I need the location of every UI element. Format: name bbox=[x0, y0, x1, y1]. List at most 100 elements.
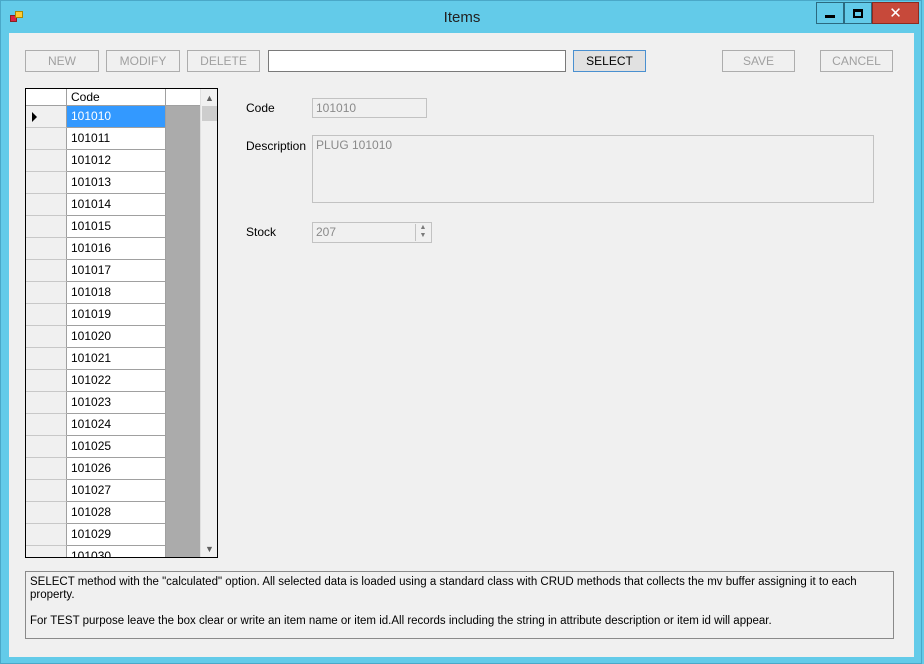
current-row-icon bbox=[32, 112, 37, 122]
minimize-button[interactable] bbox=[816, 2, 844, 24]
scroll-up-icon[interactable]: ▲ bbox=[201, 89, 217, 106]
table-row[interactable]: 101011 bbox=[26, 128, 200, 150]
maximize-icon bbox=[853, 8, 863, 18]
code-cell[interactable]: 101013 bbox=[67, 172, 166, 194]
code-cell[interactable]: 101023 bbox=[67, 392, 166, 414]
minimize-icon bbox=[825, 14, 835, 18]
table-row[interactable]: 101010 bbox=[26, 106, 200, 128]
new-button[interactable]: NEW bbox=[25, 50, 99, 72]
table-row[interactable]: 101025 bbox=[26, 436, 200, 458]
row-header[interactable] bbox=[26, 436, 67, 458]
row-header[interactable] bbox=[26, 326, 67, 348]
table-row[interactable]: 101014 bbox=[26, 194, 200, 216]
code-cell[interactable]: 101017 bbox=[67, 260, 166, 282]
row-header[interactable] bbox=[26, 458, 67, 480]
code-cell[interactable]: 101010 bbox=[67, 106, 166, 128]
code-cell[interactable]: 101016 bbox=[67, 238, 166, 260]
title-bar[interactable]: Items ✕ bbox=[1, 1, 923, 33]
items-window: Items ✕ NEW MODIFY DELETE SELECT SAVE CA… bbox=[0, 0, 922, 664]
code-cell[interactable]: 101021 bbox=[67, 348, 166, 370]
row-header[interactable] bbox=[26, 194, 67, 216]
code-cell[interactable]: 101020 bbox=[67, 326, 166, 348]
code-cell[interactable]: 101030 bbox=[67, 546, 166, 557]
table-row[interactable]: 101017 bbox=[26, 260, 200, 282]
row-header[interactable] bbox=[26, 480, 67, 502]
table-row[interactable]: 101018 bbox=[26, 282, 200, 304]
row-header[interactable] bbox=[26, 172, 67, 194]
table-row[interactable]: 101012 bbox=[26, 150, 200, 172]
code-cell[interactable]: 101026 bbox=[67, 458, 166, 480]
code-cell[interactable]: 101022 bbox=[67, 370, 166, 392]
table-row[interactable]: 101020 bbox=[26, 326, 200, 348]
scroll-thumb[interactable] bbox=[202, 106, 217, 121]
scroll-down-icon[interactable]: ▼ bbox=[201, 540, 217, 557]
row-header[interactable] bbox=[26, 414, 67, 436]
info-line-select: SELECT method with the "calculated" opti… bbox=[30, 576, 857, 601]
row-header[interactable] bbox=[26, 216, 67, 238]
row-header[interactable] bbox=[26, 348, 67, 370]
code-cell[interactable]: 101025 bbox=[67, 436, 166, 458]
code-cell[interactable]: 101028 bbox=[67, 502, 166, 524]
column-header-code[interactable]: Code bbox=[67, 89, 166, 105]
form-client-area: NEW MODIFY DELETE SELECT SAVE CANCEL Cod… bbox=[9, 33, 914, 657]
select-button[interactable]: SELECT bbox=[573, 50, 646, 72]
table-row[interactable]: 101028 bbox=[26, 502, 200, 524]
close-button[interactable]: ✕ bbox=[872, 2, 919, 24]
row-header[interactable] bbox=[26, 150, 67, 172]
code-cell[interactable]: 101019 bbox=[67, 304, 166, 326]
code-cell[interactable]: 101027 bbox=[67, 480, 166, 502]
table-row[interactable]: 101022 bbox=[26, 370, 200, 392]
table-row[interactable]: 101023 bbox=[26, 392, 200, 414]
code-cell[interactable]: 101024 bbox=[67, 414, 166, 436]
spin-up-icon[interactable]: ▲ bbox=[416, 224, 430, 232]
row-header[interactable] bbox=[26, 370, 67, 392]
table-row[interactable]: 101027 bbox=[26, 480, 200, 502]
stock-spinner[interactable]: ▲ ▼ bbox=[415, 224, 430, 241]
code-cell[interactable]: 101014 bbox=[67, 194, 166, 216]
row-header[interactable] bbox=[26, 524, 67, 546]
modify-button[interactable]: MODIFY bbox=[106, 50, 180, 72]
window-title: Items bbox=[443, 9, 481, 26]
search-input[interactable] bbox=[268, 50, 566, 72]
stock-value: 207 bbox=[316, 225, 337, 239]
cancel-button[interactable]: CANCEL bbox=[820, 50, 893, 72]
table-row[interactable]: 101029 bbox=[26, 524, 200, 546]
table-row[interactable]: 101021 bbox=[26, 348, 200, 370]
row-header[interactable] bbox=[26, 304, 67, 326]
info-line-test: For TEST purpose leave the box clear or … bbox=[30, 615, 772, 627]
code-field[interactable]: 101010 bbox=[312, 98, 427, 118]
table-row[interactable]: 101015 bbox=[26, 216, 200, 238]
table-row[interactable]: 101030 bbox=[26, 546, 200, 557]
grid-header: Code bbox=[26, 89, 200, 106]
table-row[interactable]: 101024 bbox=[26, 414, 200, 436]
stock-stepper[interactable]: 207 ▲ ▼ bbox=[312, 222, 432, 243]
row-header[interactable] bbox=[26, 106, 67, 128]
table-row[interactable]: 101019 bbox=[26, 304, 200, 326]
row-header[interactable] bbox=[26, 128, 67, 150]
info-panel: SELECT method with the "calculated" opti… bbox=[25, 571, 894, 639]
row-header[interactable] bbox=[26, 238, 67, 260]
table-row[interactable]: 101026 bbox=[26, 458, 200, 480]
maximize-button[interactable] bbox=[844, 2, 872, 24]
code-cell[interactable]: 101018 bbox=[67, 282, 166, 304]
code-cell[interactable]: 101015 bbox=[67, 216, 166, 238]
code-cell[interactable]: 101012 bbox=[67, 150, 166, 172]
description-field[interactable]: PLUG 101010 bbox=[312, 135, 874, 203]
delete-button[interactable]: DELETE bbox=[187, 50, 260, 72]
code-cell[interactable]: 101011 bbox=[67, 128, 166, 150]
grid-vertical-scrollbar[interactable]: ▲ ▼ bbox=[200, 89, 217, 557]
table-row[interactable]: 101013 bbox=[26, 172, 200, 194]
table-row[interactable]: 101016 bbox=[26, 238, 200, 260]
row-header[interactable] bbox=[26, 282, 67, 304]
row-header[interactable] bbox=[26, 546, 67, 557]
row-header[interactable] bbox=[26, 260, 67, 282]
row-header[interactable] bbox=[26, 502, 67, 524]
stock-label: Stock bbox=[246, 225, 277, 239]
save-button[interactable]: SAVE bbox=[722, 50, 795, 72]
row-header-corner[interactable] bbox=[26, 89, 67, 105]
items-grid[interactable]: Code 101010 101011 101012 101013 101014 10101… bbox=[25, 88, 218, 558]
code-cell[interactable]: 101029 bbox=[67, 524, 166, 546]
row-header[interactable] bbox=[26, 392, 67, 414]
description-label: Description bbox=[246, 139, 307, 153]
spin-down-icon[interactable]: ▼ bbox=[416, 232, 430, 240]
